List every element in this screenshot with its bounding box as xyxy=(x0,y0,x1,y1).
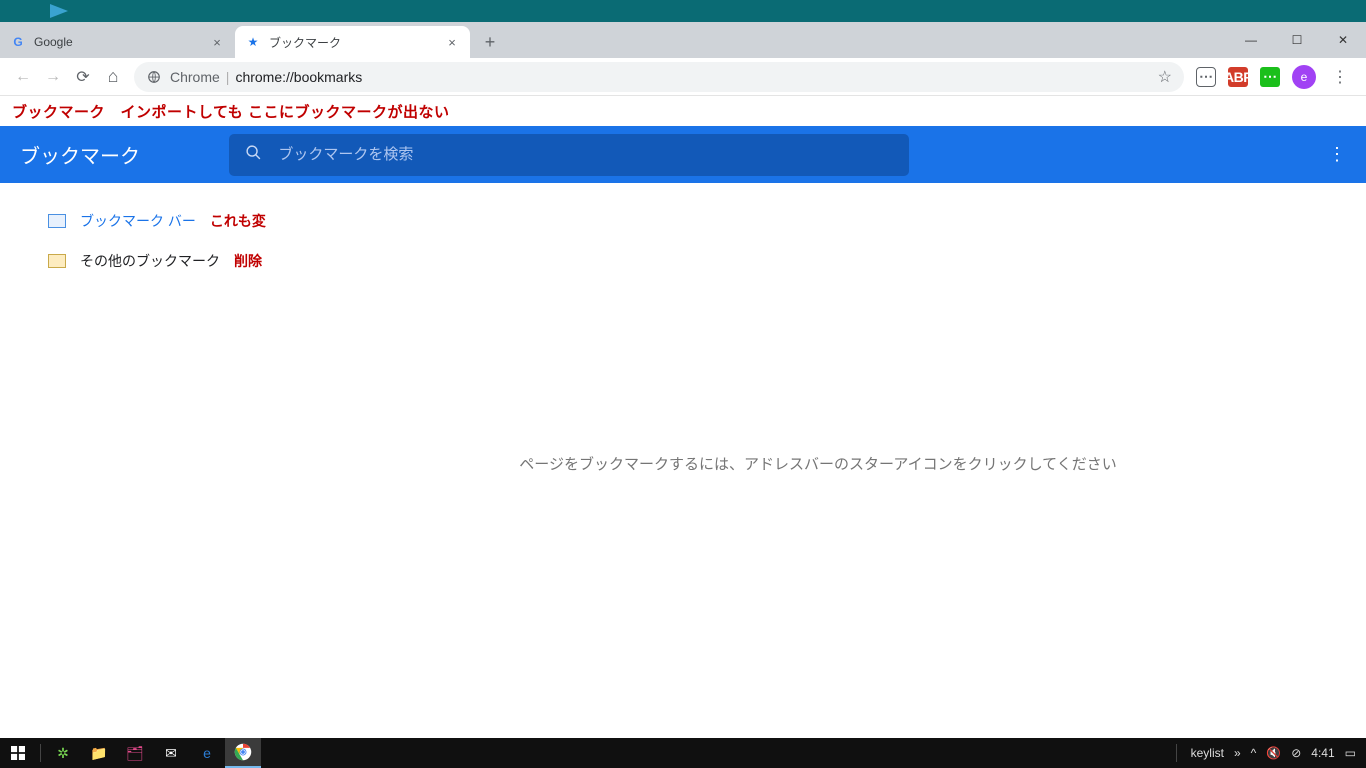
address-bar[interactable]: Chrome | chrome://bookmarks ☆ xyxy=(134,62,1184,92)
sidebar-item-label: その他のブックマーク xyxy=(80,251,220,271)
annotation-note: これも変 xyxy=(210,211,266,231)
tray-keylist[interactable]: keylist xyxy=(1191,746,1224,760)
tray-volume-icon[interactable]: 🔇 xyxy=(1266,746,1281,760)
taskbar-app-3[interactable]: 🗂 xyxy=(117,738,153,768)
tab-google[interactable]: G Google × xyxy=(0,26,235,58)
bookmarks-search[interactable] xyxy=(229,134,909,176)
tab-strip: G Google × ★ ブックマーク × + — ☐ ✕ xyxy=(0,22,1366,58)
search-icon xyxy=(245,144,262,166)
taskbar-app-2[interactable]: 📁 xyxy=(81,738,117,768)
bookmark-star-button[interactable]: ☆ xyxy=(1158,67,1172,87)
annotation-note: 削除 xyxy=(234,251,262,271)
site-info-icon[interactable] xyxy=(146,69,162,85)
lastpass-extension-icon[interactable]: ⋯ xyxy=(1260,67,1280,87)
omnibox-path: chrome://bookmarks xyxy=(235,69,362,85)
folder-icon xyxy=(48,214,66,228)
tab-title: Google xyxy=(34,35,209,49)
desktop-top-strip xyxy=(0,0,1366,22)
taskbar-separator xyxy=(1176,744,1177,762)
home-button[interactable]: ⌂ xyxy=(98,62,128,92)
line-extension-icon[interactable]: ⋯ xyxy=(1196,67,1216,87)
omnibox-sep: | xyxy=(226,69,230,85)
bookmarks-sidebar: ブックマーク バー これも変 その他のブックマーク 削除 xyxy=(0,183,270,738)
taskbar-chrome[interactable] xyxy=(225,738,261,768)
window-controls: — ☐ ✕ xyxy=(1228,22,1366,58)
chrome-window: G Google × ★ ブックマーク × + — ☐ ✕ ← → ⟳ ⌂ Ch… xyxy=(0,22,1366,738)
taskbar-mail[interactable]: ✉ xyxy=(153,738,189,768)
bookmarks-body: ブックマーク バー これも変 その他のブックマーク 削除 ページをブックマークす… xyxy=(0,183,1366,738)
bookmarks-menu-button[interactable]: ⋮ xyxy=(1328,144,1346,165)
sidebar-item-other-bookmarks[interactable]: その他のブックマーク 削除 xyxy=(0,241,270,281)
system-tray: keylist » ^ 🔇 ⊘ 4:41 ▭ xyxy=(1172,744,1366,762)
taskbar-app-1[interactable]: ✲ xyxy=(45,738,81,768)
folder-icon xyxy=(48,254,66,268)
window-close-button[interactable]: ✕ xyxy=(1320,22,1366,58)
forward-button[interactable]: → xyxy=(38,62,68,92)
tray-ime-icon[interactable]: » xyxy=(1234,746,1241,760)
sidebar-item-bookmark-bar[interactable]: ブックマーク バー これも変 xyxy=(0,201,270,241)
reload-button[interactable]: ⟳ xyxy=(68,62,98,92)
abp-extension-icon[interactable]: ABP xyxy=(1228,67,1248,87)
bookmarks-header: ブックマーク ⋮ xyxy=(0,126,1366,183)
window-maximize-button[interactable]: ☐ xyxy=(1274,22,1320,58)
back-button[interactable]: ← xyxy=(8,62,38,92)
sidebar-item-label: ブックマーク バー xyxy=(80,211,196,231)
tab-close-button[interactable]: × xyxy=(444,34,460,50)
taskbar-separator xyxy=(40,744,41,762)
tray-chevron-up-icon[interactable]: ^ xyxy=(1251,746,1257,760)
tab-bookmarks[interactable]: ★ ブックマーク × xyxy=(235,26,470,58)
new-tab-button[interactable]: + xyxy=(476,28,504,56)
tray-network-icon[interactable]: ⊘ xyxy=(1291,746,1301,760)
taskbar-edge[interactable]: e xyxy=(189,738,225,768)
tray-action-center-icon[interactable]: ▭ xyxy=(1345,746,1356,760)
star-favicon-icon: ★ xyxy=(245,34,261,50)
bookmarks-search-input[interactable] xyxy=(278,146,893,163)
tab-title: ブックマーク xyxy=(269,34,444,51)
tab-close-button[interactable]: × xyxy=(209,34,225,50)
extension-icons: ⋯ ABP ⋯ e ⋮ xyxy=(1190,65,1358,89)
window-minimize-button[interactable]: — xyxy=(1228,22,1274,58)
bookmarks-empty-message: ページをブックマークするには、アドレスバーのスターアイコンをクリックしてください xyxy=(519,453,1116,474)
start-button[interactable] xyxy=(0,738,36,768)
profile-avatar[interactable]: e xyxy=(1292,65,1316,89)
omnibox-origin: Chrome xyxy=(170,69,220,85)
browser-toolbar: ← → ⟳ ⌂ Chrome | chrome://bookmarks ☆ ⋯ … xyxy=(0,58,1366,96)
bookmarks-main: ページをブックマークするには、アドレスバーのスターアイコンをクリックしてください xyxy=(270,183,1366,738)
google-favicon-icon: G xyxy=(10,34,26,50)
windows-taskbar: ✲ 📁 🗂 ✉ e keylist » ^ 🔇 ⊘ 4:41 ▭ xyxy=(0,738,1366,768)
desktop-flag-icon xyxy=(50,4,68,18)
chrome-menu-button[interactable]: ⋮ xyxy=(1328,67,1352,87)
annotation-top: ブックマーク インポートしても ここにブックマークが出ない xyxy=(0,96,1366,126)
tray-clock[interactable]: 4:41 xyxy=(1311,746,1334,760)
bookmarks-title: ブックマーク xyxy=(20,140,140,169)
